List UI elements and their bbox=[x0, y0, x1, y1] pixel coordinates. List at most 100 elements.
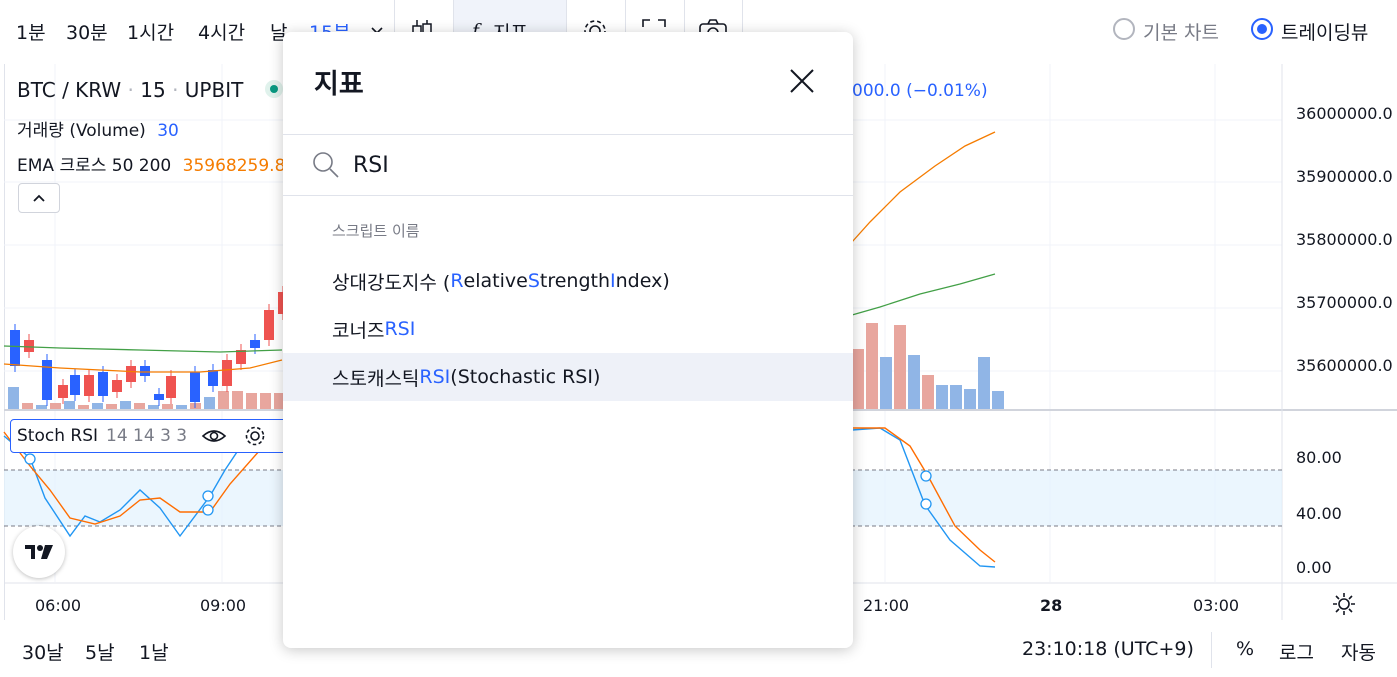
result-text: 상대강도지수 ( bbox=[332, 271, 451, 294]
volume-bar bbox=[176, 405, 187, 409]
time-axis-label: 06:00 bbox=[35, 596, 82, 615]
candle bbox=[190, 372, 200, 402]
result-connors-rsi[interactable]: 코너즈 RSI bbox=[283, 305, 853, 353]
tradingview-logo[interactable] bbox=[13, 526, 65, 578]
search-input[interactable] bbox=[353, 147, 813, 183]
candle bbox=[222, 360, 232, 386]
volume-bar bbox=[894, 325, 906, 409]
result-text: elative bbox=[463, 270, 528, 292]
ema-slow-line bbox=[851, 273, 996, 316]
candle bbox=[126, 366, 136, 382]
range-30d-button[interactable]: 30날 bbox=[22, 638, 64, 665]
candle bbox=[154, 394, 164, 400]
volume-bar bbox=[922, 375, 934, 409]
volume-bar bbox=[22, 403, 33, 409]
eye-icon[interactable] bbox=[201, 426, 227, 446]
auto-toggle[interactable]: 자동 bbox=[1341, 638, 1376, 665]
candle bbox=[58, 385, 68, 398]
symbol-legend[interactable]: BTC / KRW · 15 · UPBIT bbox=[17, 78, 243, 102]
volume-bar bbox=[204, 397, 215, 409]
candle bbox=[250, 340, 260, 348]
result-highlight: RSI bbox=[384, 318, 416, 340]
volume-bar bbox=[64, 401, 75, 409]
osc-axis-label: 40.00 bbox=[1296, 504, 1342, 523]
collapse-legend-button[interactable] bbox=[18, 183, 60, 213]
result-highlight: S bbox=[527, 270, 540, 292]
ema-label: EMA 크로스 50 200 bbox=[17, 156, 172, 176]
range-1d-button[interactable]: 1날 bbox=[139, 638, 169, 665]
price-axis-label: 36000000.0 bbox=[1296, 104, 1393, 123]
chevron-up-icon bbox=[33, 194, 45, 202]
result-text: trength bbox=[539, 270, 611, 292]
volume-bar bbox=[260, 393, 271, 409]
osc-axis-label: 80.00 bbox=[1296, 448, 1342, 467]
time-axis-label: 21:00 bbox=[863, 596, 910, 615]
volume-bar bbox=[36, 405, 47, 409]
tv-logo-icon bbox=[25, 545, 53, 559]
candle bbox=[98, 372, 108, 396]
cross-marker bbox=[920, 470, 932, 482]
dialog-title: 지표 bbox=[314, 69, 364, 100]
candle bbox=[112, 380, 122, 392]
volume-bar bbox=[866, 323, 878, 409]
symbol-interval: 15 bbox=[140, 78, 166, 102]
symbol-exchange: UPBIT bbox=[184, 78, 244, 102]
ema-legend[interactable]: EMA 크로스 50 200 35968259.8 bbox=[17, 151, 285, 176]
result-stochastic-rsi[interactable]: 스토캐스틱 RSI (Stochastic RSI) bbox=[283, 353, 853, 401]
close-icon[interactable] bbox=[787, 66, 817, 96]
volume-bar bbox=[978, 357, 990, 409]
volume-bar bbox=[92, 403, 103, 409]
volume-value: 30 bbox=[157, 121, 179, 141]
volume-bar bbox=[106, 404, 117, 409]
gear-icon[interactable] bbox=[243, 424, 267, 448]
ema-slow-line bbox=[3, 345, 283, 353]
osc-axis-label: 0.00 bbox=[1296, 558, 1332, 577]
result-highlight: RSI bbox=[419, 366, 451, 388]
cross-marker bbox=[920, 498, 932, 510]
percent-toggle[interactable]: % bbox=[1236, 638, 1254, 660]
result-relative-strength-index[interactable]: 상대강도지수 (Relative Strength Index) bbox=[283, 257, 853, 305]
ema-value: 35968259.8 bbox=[182, 156, 286, 176]
cross-marker bbox=[202, 490, 214, 502]
time-axis-label: 03:00 bbox=[1193, 596, 1240, 615]
volume-bar bbox=[936, 385, 948, 409]
market-status-icon bbox=[265, 80, 283, 98]
stoch-rsi-name: Stoch RSI bbox=[17, 426, 98, 446]
volume-bar bbox=[992, 391, 1004, 409]
sun-icon[interactable] bbox=[1331, 591, 1357, 617]
volume-bar bbox=[880, 357, 892, 409]
section-label: 스크립트 이름 bbox=[332, 222, 420, 240]
candle bbox=[42, 360, 52, 400]
volume-bar bbox=[78, 405, 89, 409]
indicators-dialog: 지표 스크립트 이름 상대강도지수 (Relative Strength Ind… bbox=[283, 32, 853, 648]
candle bbox=[140, 366, 150, 376]
range-5d-button[interactable]: 5날 bbox=[85, 638, 115, 665]
volume-bar bbox=[232, 391, 243, 409]
volume-bar bbox=[50, 403, 61, 409]
result-text: 코너즈 bbox=[332, 319, 385, 342]
volume-bar bbox=[218, 391, 229, 409]
candle bbox=[24, 340, 34, 352]
clock[interactable]: 23:10:18 (UTC+9) bbox=[1022, 638, 1194, 660]
volume-bar bbox=[964, 389, 976, 409]
volume-legend[interactable]: 거래량 (Volume) 30 bbox=[17, 116, 179, 141]
result-text: (Stochastic RSI) bbox=[450, 366, 601, 388]
log-toggle[interactable]: 로그 bbox=[1279, 638, 1314, 665]
result-highlight: R bbox=[450, 270, 464, 292]
candle bbox=[84, 375, 94, 396]
candle bbox=[208, 370, 218, 386]
search-icon bbox=[313, 152, 339, 178]
stoch-rsi-legend[interactable]: Stoch RSI 14 14 3 3 bbox=[10, 419, 290, 453]
volume-bar bbox=[246, 393, 257, 409]
volume-bar bbox=[8, 387, 19, 409]
candle bbox=[166, 376, 176, 398]
stoch-rsi-params: 14 14 3 3 bbox=[106, 426, 188, 446]
price-axis-label: 35800000.0 bbox=[1296, 230, 1393, 249]
result-text: 스토캐스틱 bbox=[332, 367, 420, 390]
candle bbox=[236, 350, 246, 364]
cross-marker bbox=[24, 453, 36, 465]
ema-fast-line bbox=[851, 131, 996, 243]
volume-bar bbox=[120, 401, 131, 409]
volume-label: 거래량 (Volume) bbox=[17, 121, 146, 141]
volume-bar bbox=[148, 405, 159, 409]
